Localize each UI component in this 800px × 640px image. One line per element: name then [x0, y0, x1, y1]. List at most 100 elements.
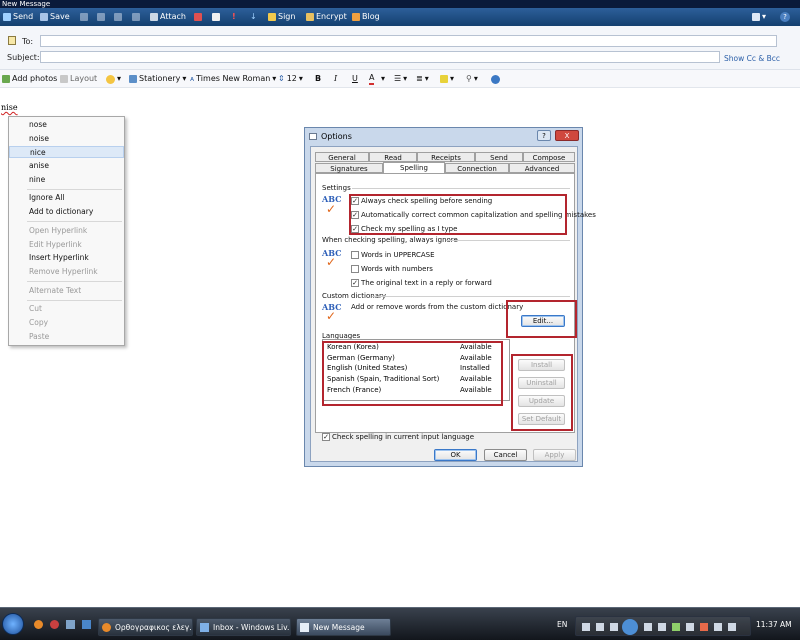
cut-toolbar-button[interactable] [80, 11, 88, 23]
tab-receipts[interactable]: Receipts [417, 152, 475, 162]
sign-button[interactable]: Sign [268, 11, 295, 23]
suggestion-item[interactable]: nine [9, 174, 124, 186]
save-button[interactable]: Save [40, 11, 70, 23]
font-color-dropdown[interactable]: ▾ [381, 73, 385, 85]
tab-general[interactable]: General [315, 152, 369, 162]
cut-item[interactable]: Cut [9, 303, 124, 315]
tab-send[interactable]: Send [475, 152, 523, 162]
blog-button[interactable]: Blog [352, 11, 380, 23]
tray-icon[interactable] [686, 623, 694, 631]
copy-toolbar-button[interactable] [97, 11, 105, 23]
chevron-down-icon: ▾ [450, 74, 455, 83]
high-priority-button[interactable]: ! [232, 11, 236, 23]
bold-button[interactable]: B [315, 73, 321, 85]
copy-icon [97, 13, 105, 21]
spelling-button[interactable] [212, 11, 220, 23]
tab-advanced[interactable]: Advanced [509, 163, 575, 173]
to-field[interactable] [40, 35, 777, 47]
font-size-dropdown[interactable]: ⇕ 12 ▾ [278, 73, 303, 85]
layout-button[interactable]: Layout [60, 73, 97, 85]
open-hyperlink-item[interactable]: Open Hyperlink [9, 225, 124, 237]
dialog-help-button[interactable]: ? [537, 130, 551, 141]
cancel-button[interactable]: Cancel [484, 449, 527, 461]
insert-hyperlink-item[interactable]: Insert Hyperlink [9, 252, 124, 264]
indent-button[interactable]: ≣ ▾ [416, 73, 429, 85]
paste-item[interactable]: Paste [9, 331, 124, 343]
custom-dictionary-text: Add or remove words from the custom dict… [351, 303, 524, 311]
clock[interactable]: 11:37 AM [756, 620, 792, 629]
ok-button[interactable]: OK [434, 449, 477, 461]
ignore-uppercase-checkbox[interactable] [351, 251, 359, 259]
remove-hyperlink-item[interactable]: Remove Hyperlink [9, 266, 124, 278]
font-color-button[interactable]: A [369, 73, 375, 85]
system-tray [575, 616, 751, 636]
show-cc-bcc-link[interactable]: Show Cc & Bcc [724, 54, 780, 63]
address-book-icon[interactable] [8, 36, 16, 45]
apply-button[interactable]: Apply [533, 449, 576, 461]
edit-hyperlink-item[interactable]: Edit Hyperlink [9, 239, 124, 251]
firefox-icon[interactable] [34, 620, 43, 629]
encrypt-button[interactable]: Encrypt [306, 11, 347, 23]
suggestion-item[interactable]: anise [9, 160, 124, 172]
check-input-language-checkbox[interactable]: ✓ [322, 433, 330, 441]
tab-signatures[interactable]: Signatures [315, 163, 383, 173]
stationery-button[interactable]: Stationery ▾ [129, 73, 186, 85]
font-size-icon: ⇕ [278, 74, 285, 83]
hyperlink-button[interactable] [491, 73, 500, 85]
certificate-icon [268, 13, 276, 21]
task-new-message-window[interactable]: New Message [296, 618, 391, 636]
alternate-text-item[interactable]: Alternate Text [9, 285, 124, 297]
send-icon [3, 13, 11, 21]
show-desktop-icon[interactable] [66, 620, 75, 629]
tray-icon[interactable] [596, 623, 604, 631]
tray-icon[interactable] [658, 623, 666, 631]
tray-icon[interactable] [644, 623, 652, 631]
attach-button[interactable]: Attach [150, 11, 186, 23]
formatting-button[interactable]: ⚲ ▾ [466, 73, 478, 85]
ignore-section-label: When checking spelling, always ignore [322, 236, 458, 244]
tab-read[interactable]: Read [369, 152, 417, 162]
tray-icon[interactable] [610, 623, 618, 631]
send-button[interactable]: Send [3, 11, 33, 23]
tab-connection[interactable]: Connection [445, 163, 509, 173]
media-play-icon[interactable] [622, 619, 638, 635]
bullets-button[interactable]: ☰ ▾ [394, 73, 407, 85]
add-photos-button[interactable]: Add photos [2, 73, 57, 85]
misspelled-word[interactable]: nise [1, 103, 18, 112]
ignore-all-item[interactable]: Ignore All [9, 192, 124, 204]
dialog-close-button[interactable]: X [555, 130, 579, 141]
task-forum-window[interactable]: Ορθογραφικος ελεγ... [98, 618, 193, 636]
suggestion-item[interactable]: nice [9, 146, 124, 158]
task-inbox-window[interactable]: Inbox - Windows Liv... [196, 618, 291, 636]
language-indicator[interactable]: EN [557, 620, 567, 629]
undo-button[interactable] [132, 11, 140, 23]
tab-compose[interactable]: Compose [523, 152, 575, 162]
highlight-icon [440, 75, 448, 83]
ignore-original-checkbox[interactable]: ✓ [351, 279, 359, 287]
check-names-button[interactable] [194, 11, 202, 23]
font-dropdown[interactable]: ᴀ Times New Roman ▾ [190, 73, 276, 85]
tray-icon[interactable] [714, 623, 722, 631]
low-priority-button[interactable]: ↓ [250, 11, 257, 23]
suggestion-item[interactable]: noise [9, 133, 124, 145]
help-button[interactable]: ? [780, 11, 790, 23]
antivirus-icon[interactable] [700, 623, 708, 631]
network-icon[interactable] [672, 623, 680, 631]
subject-field[interactable] [40, 51, 720, 63]
format-toolbar: Add photos Layout ▾ Stationery ▾ ᴀ Times N… [0, 70, 800, 88]
italic-button[interactable]: I [334, 73, 337, 85]
paste-toolbar-button[interactable] [114, 11, 122, 23]
emoticon-button[interactable]: ▾ [106, 73, 121, 85]
menu-button[interactable]: ▾ [752, 11, 766, 23]
copy-item[interactable]: Copy [9, 317, 124, 329]
opera-icon[interactable] [50, 620, 59, 629]
ie-icon[interactable] [82, 620, 91, 629]
suggestion-item[interactable]: nose [9, 119, 124, 131]
start-button[interactable] [2, 613, 24, 635]
underline-button[interactable]: U [352, 73, 358, 85]
tray-icon[interactable] [582, 623, 590, 631]
add-to-dictionary-item[interactable]: Add to dictionary [9, 206, 124, 218]
highlight-button[interactable]: ▾ [440, 73, 454, 85]
volume-icon[interactable] [728, 623, 736, 631]
ignore-numbers-checkbox[interactable] [351, 265, 359, 273]
